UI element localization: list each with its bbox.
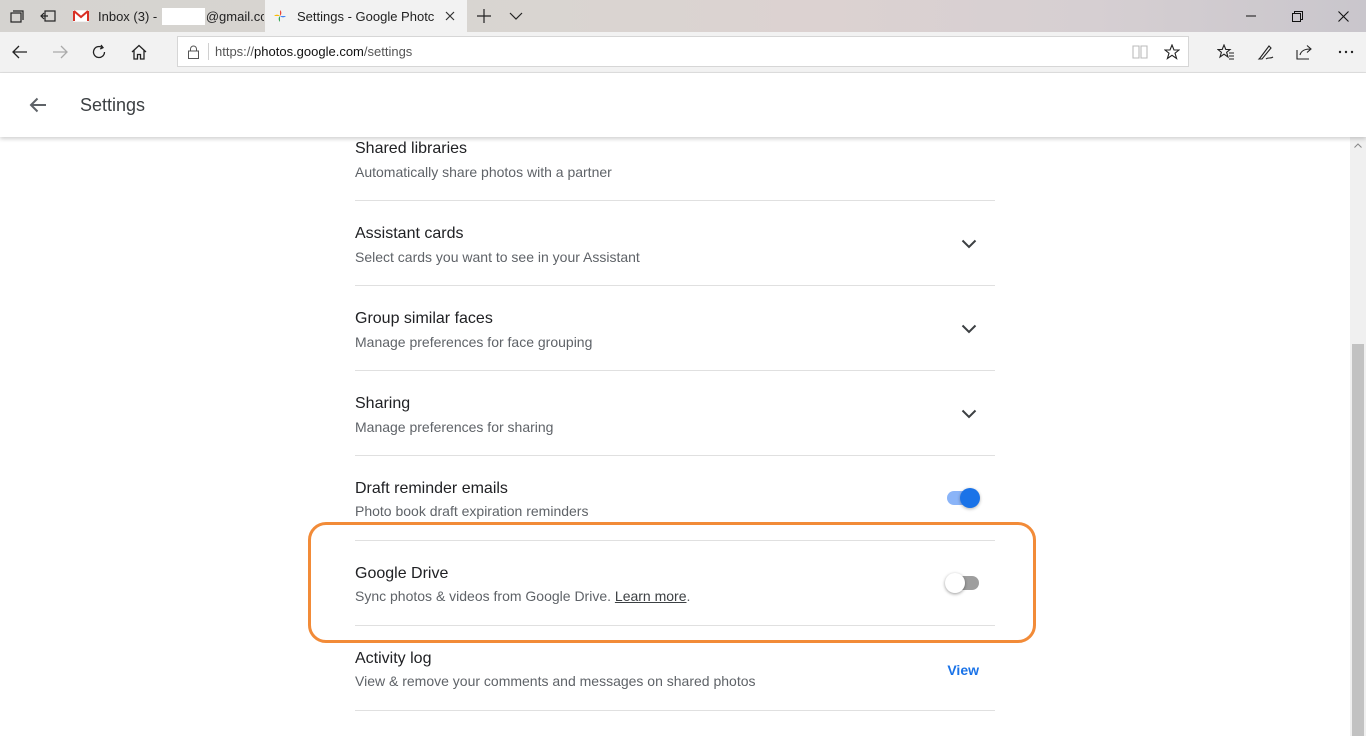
setting-sharing[interactable]: Sharing Manage preferences for sharing (355, 371, 995, 456)
tab-title: Settings - Google Photc (297, 8, 435, 24)
app-header: Settings (0, 73, 1366, 137)
setting-description: Automatically share photos with a partne… (355, 164, 612, 180)
scroll-up-icon[interactable] (1350, 137, 1366, 153)
scrollbar-thumb[interactable] (1352, 344, 1364, 736)
page-title: Settings (80, 95, 146, 115)
minimize-icon[interactable] (1228, 0, 1274, 32)
back-icon[interactable] (3, 36, 37, 68)
setting-assistant-cards[interactable]: Assistant cards Select cards you want to… (355, 201, 995, 286)
chevron-down-icon[interactable] (957, 317, 981, 341)
gmail-icon (73, 8, 89, 24)
pen-icon[interactable] (1249, 36, 1283, 68)
setting-description: View & remove your comments and messages… (355, 673, 756, 689)
home-icon[interactable] (122, 36, 156, 68)
setting-description: Manage preferences for face grouping (355, 334, 593, 350)
setting-label: Sharing (355, 395, 411, 412)
reading-view-icon[interactable] (1124, 37, 1156, 67)
more-icon[interactable] (1329, 36, 1363, 68)
redacted-email (161, 7, 205, 25)
toggle-knob (960, 488, 980, 508)
tab-dropdown-icon[interactable] (500, 0, 532, 32)
chevron-down-icon[interactable] (957, 402, 981, 426)
tab-list-icon[interactable] (0, 0, 32, 32)
favorites-hub-icon[interactable] (1209, 36, 1243, 68)
lock-icon (178, 45, 208, 59)
setting-shared-libraries[interactable]: Shared libraries Automatically share pho… (355, 137, 995, 201)
browser-toolbar: https://photos.google.com/settings (0, 32, 1366, 73)
settings-list: Shared libraries Automatically share pho… (0, 137, 1350, 736)
highlight-annotation (308, 522, 1036, 643)
setting-description: Select cards you want to see in your Ass… (355, 249, 640, 265)
setting-label: Assistant cards (355, 225, 464, 242)
tab-settings[interactable]: Settings - Google Photc (265, 0, 467, 32)
address-bar[interactable]: https://photos.google.com/settings (177, 36, 1189, 67)
setting-label: Draft reminder emails (355, 480, 508, 497)
view-activity-link[interactable]: View (947, 662, 979, 678)
setting-description: Photo book draft expiration reminders (355, 503, 589, 519)
chevron-down-icon[interactable] (957, 232, 981, 256)
forward-icon[interactable] (43, 36, 77, 68)
setting-label: Shared libraries (355, 140, 468, 157)
tab-title: Inbox (3) - @gmail.cc (98, 7, 264, 25)
setting-group-similar-faces[interactable]: Group similar faces Manage preferences f… (355, 286, 995, 371)
refresh-icon[interactable] (82, 36, 116, 68)
google-photos-icon (272, 8, 288, 24)
new-tab-icon[interactable] (468, 0, 500, 32)
share-icon[interactable] (1288, 36, 1322, 68)
back-arrow-icon[interactable] (22, 89, 54, 121)
browser-tab-strip: Inbox (3) - @gmail.cc Settings - Google … (0, 0, 1366, 32)
tab-inbox[interactable]: Inbox (3) - @gmail.cc (66, 0, 264, 32)
restore-icon[interactable] (1274, 0, 1320, 32)
setting-description: Manage preferences for sharing (355, 419, 554, 435)
vertical-scrollbar[interactable] (1350, 137, 1366, 736)
draft-reminder-toggle[interactable] (945, 486, 981, 510)
tab-close-icon[interactable] (439, 5, 461, 27)
favorite-star-icon[interactable] (1156, 37, 1188, 67)
setting-label: Group similar faces (355, 310, 493, 327)
close-icon[interactable] (1320, 0, 1366, 32)
url-text[interactable]: https://photos.google.com/settings (215, 44, 1124, 59)
set-aside-tabs-icon[interactable] (32, 0, 64, 32)
address-divider (208, 43, 209, 60)
setting-label: Activity log (355, 650, 432, 667)
